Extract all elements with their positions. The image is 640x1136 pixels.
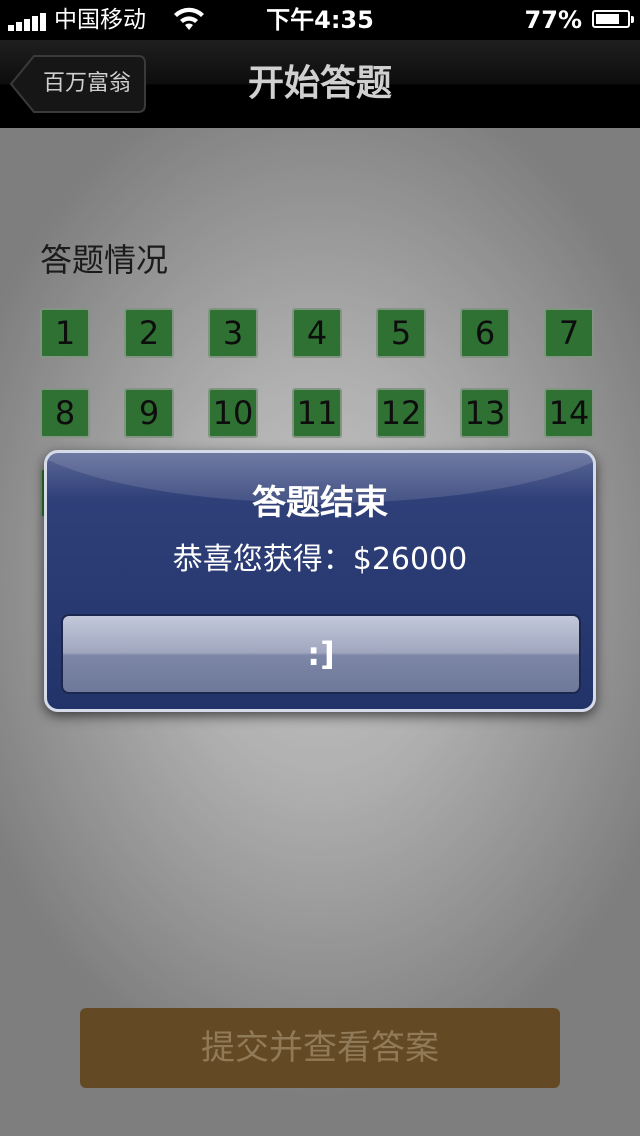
alert-dismiss-button[interactable]: :] <box>61 614 581 694</box>
page-title: 开始答题 <box>247 63 392 104</box>
status-bar: 中国移动 下午4:35 77% <box>0 0 640 40</box>
alert-message: 恭喜您获得：$26000 <box>172 542 468 577</box>
alert-title: 答题结束 <box>252 483 388 523</box>
result-alert-dialog: 答题结束 恭喜您获得：$26000 :] <box>44 450 596 712</box>
battery-icon <box>592 10 634 28</box>
battery-percentage: 77% <box>524 6 582 34</box>
